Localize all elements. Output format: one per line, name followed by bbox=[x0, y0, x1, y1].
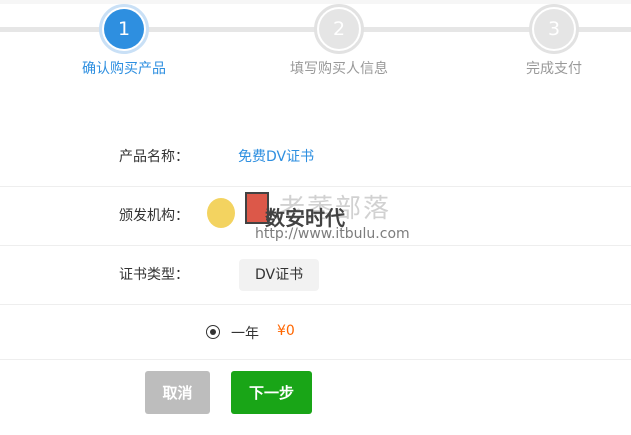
period-row: 一年 ¥0 bbox=[0, 305, 631, 360]
radio-selected-dot bbox=[210, 329, 216, 335]
watermark: 老莠部落 数安时代 http://www.itbulu.com bbox=[207, 188, 427, 248]
step-1-number: 1 bbox=[104, 9, 144, 49]
next-step-button[interactable]: 下一步 bbox=[231, 371, 312, 414]
period-radio[interactable] bbox=[206, 325, 220, 339]
watermark-badge-icon bbox=[207, 198, 235, 228]
cancel-button[interactable]: 取消 bbox=[145, 371, 210, 414]
step-3-number: 3 bbox=[534, 9, 574, 49]
step-3: 3 完成支付 bbox=[474, 4, 631, 78]
step-1-label: 确认购买产品 bbox=[82, 61, 166, 77]
step-2: 2 填写购买人信息 bbox=[259, 4, 419, 78]
issuer-label: 颁发机构： bbox=[119, 208, 189, 224]
step-3-ring: 3 bbox=[529, 4, 579, 54]
step-2-number: 2 bbox=[319, 9, 359, 49]
product-name-row: 产品名称： 免费DV证书 bbox=[0, 130, 631, 187]
step-2-label: 填写购买人信息 bbox=[290, 61, 388, 77]
step-1: 1 确认购买产品 bbox=[44, 4, 204, 78]
cert-type-row: 证书类型： DV证书 bbox=[0, 246, 631, 305]
step-3-label: 完成支付 bbox=[526, 61, 582, 77]
product-name-label: 产品名称： bbox=[119, 149, 189, 165]
price-value: ¥0 bbox=[277, 323, 295, 339]
period-label: 一年 bbox=[231, 326, 259, 342]
step-2-ring: 2 bbox=[314, 4, 364, 54]
watermark-url: http://www.itbulu.com bbox=[255, 226, 410, 242]
step-1-ring: 1 bbox=[99, 4, 149, 54]
step-progress: 1 确认购买产品 2 填写购买人信息 3 完成支付 bbox=[0, 0, 631, 90]
cert-type-tag[interactable]: DV证书 bbox=[239, 259, 320, 291]
cert-type-label: 证书类型： bbox=[119, 267, 189, 283]
product-name-value[interactable]: 免费DV证书 bbox=[238, 146, 314, 166]
